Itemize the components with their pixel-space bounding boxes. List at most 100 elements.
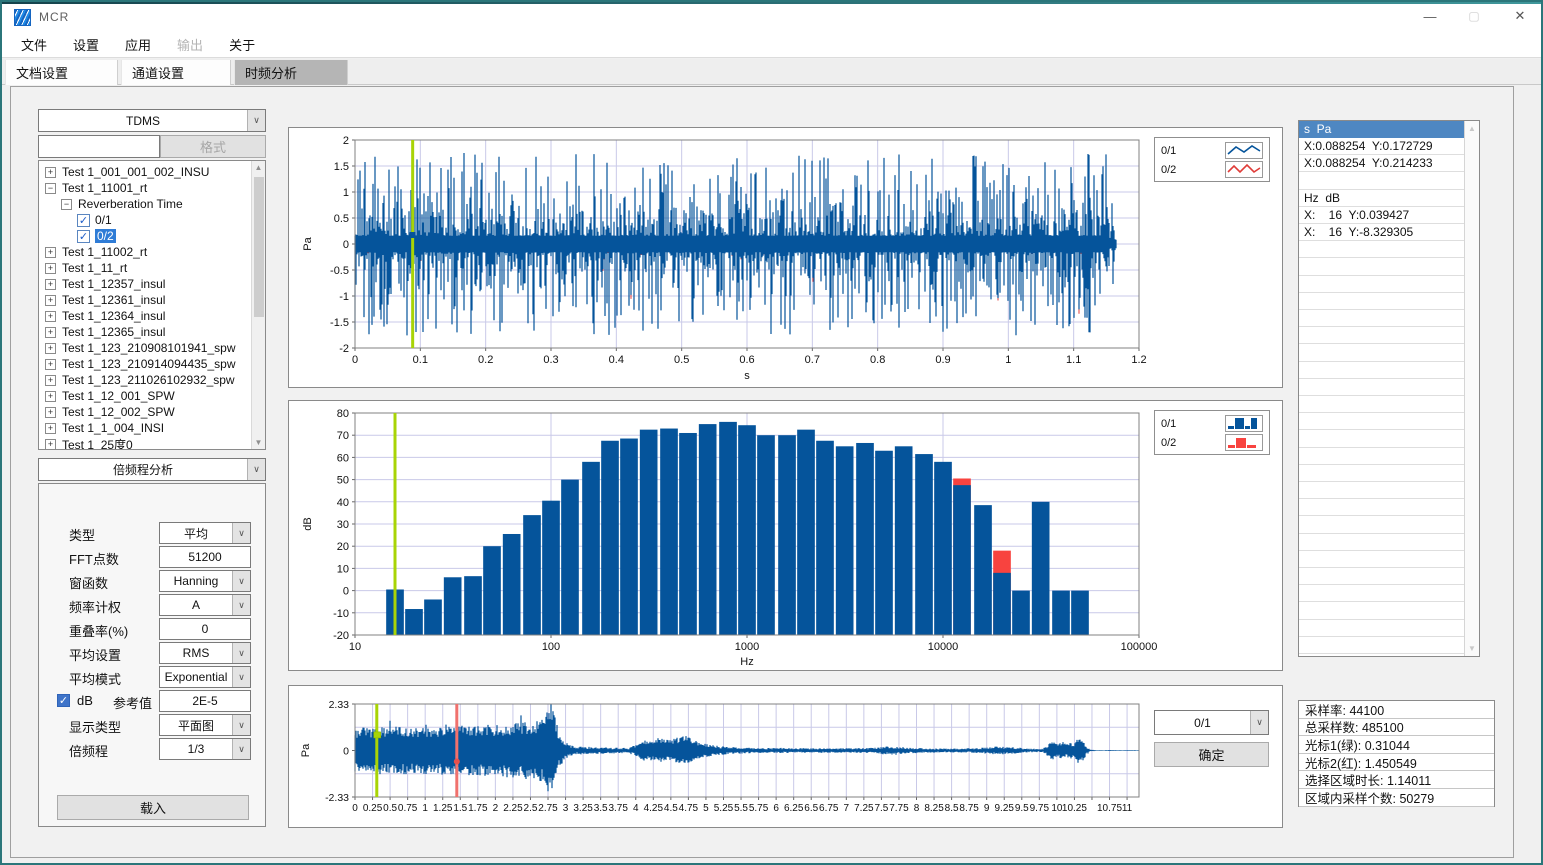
- maximize-button[interactable]: ▢: [1457, 2, 1491, 30]
- channel-checkbox[interactable]: ✓: [77, 214, 90, 227]
- readout-row[interactable]: [1299, 637, 1466, 654]
- tree-item-label[interactable]: Test 1_11001_rt: [62, 181, 147, 195]
- tree-item-label[interactable]: Test 1_12365_insul: [62, 325, 165, 339]
- average-setting-select[interactable]: RMS∨: [159, 642, 251, 664]
- tree-item[interactable]: ✓0/2: [77, 228, 116, 244]
- readout-row[interactable]: X: 16 Y:0.039427: [1299, 207, 1466, 224]
- tree-item[interactable]: −Test 1_11001_rt: [45, 180, 147, 196]
- readout-row[interactable]: [1299, 534, 1466, 551]
- readout-row[interactable]: Hz dB: [1299, 190, 1466, 207]
- menu-item-settings[interactable]: 设置: [70, 33, 102, 56]
- readout-row[interactable]: [1299, 173, 1466, 190]
- readout-row[interactable]: [1299, 276, 1466, 293]
- overview-waveform-chart[interactable]: 2.330-2.3300.250.50.7511.251.51.7522.252…: [288, 685, 1283, 828]
- readout-row[interactable]: [1299, 379, 1466, 396]
- expand-plus-icon[interactable]: +: [45, 391, 56, 402]
- tree-item-label[interactable]: Test 1_11002_rt: [62, 245, 147, 259]
- tab-document-settings[interactable]: 文档设置: [5, 60, 118, 85]
- readout-row[interactable]: [1299, 310, 1466, 327]
- average-mode-select[interactable]: Exponential∨: [159, 666, 251, 688]
- menu-item-about[interactable]: 关于: [226, 33, 258, 56]
- tree-item[interactable]: + Test 1_12_001_SPW: [45, 388, 175, 404]
- expand-plus-icon[interactable]: +: [45, 279, 56, 290]
- load-button[interactable]: 载入: [57, 795, 249, 820]
- close-button[interactable]: ✕: [1503, 2, 1537, 30]
- readout-row[interactable]: [1299, 259, 1466, 276]
- readout-row[interactable]: [1299, 482, 1466, 499]
- tree-item[interactable]: +Test 1_12361_insul: [45, 292, 165, 308]
- readout-row[interactable]: [1299, 551, 1466, 568]
- expand-plus-icon[interactable]: +: [45, 423, 56, 434]
- collapse-minus-icon[interactable]: −: [45, 183, 56, 194]
- expand-plus-icon[interactable]: +: [45, 311, 56, 322]
- analysis-type-select[interactable]: 倍频程分析∨: [38, 458, 266, 481]
- cursor-readout-list[interactable]: s PaX:0.088254 Y:0.172729X:0.088254 Y:0.…: [1298, 120, 1480, 657]
- display-type-select[interactable]: 平面图∨: [159, 714, 251, 736]
- tree-item[interactable]: +Test 1_12364_insul: [45, 308, 165, 324]
- scroll-up-icon[interactable]: ▲: [1465, 124, 1479, 133]
- readout-row[interactable]: [1299, 448, 1466, 465]
- readout-row[interactable]: [1299, 362, 1466, 379]
- tree-item[interactable]: + Test 1_12365_insul: [45, 324, 165, 340]
- tree-item-label[interactable]: Reverberation Time: [78, 197, 183, 211]
- channel-select[interactable]: 0/1∨: [1154, 710, 1269, 735]
- expand-plus-icon[interactable]: +: [45, 439, 56, 450]
- tree-item[interactable]: +Test 1_123_210908101941_spw: [45, 340, 235, 356]
- readout-row[interactable]: [1299, 293, 1466, 310]
- confirm-button[interactable]: 确定: [1154, 742, 1269, 767]
- readout-row[interactable]: [1299, 585, 1466, 602]
- tree-item[interactable]: +Test 1_123_211026102932_spw: [45, 372, 235, 388]
- readout-row[interactable]: X:0.088254 Y:0.172729: [1299, 138, 1466, 155]
- readout-row[interactable]: [1299, 241, 1466, 258]
- collapse-minus-icon[interactable]: −: [61, 199, 72, 210]
- menu-item-apply[interactable]: 应用: [122, 33, 154, 56]
- scroll-down-icon[interactable]: ▼: [1465, 644, 1479, 653]
- menu-item-file[interactable]: 文件: [18, 33, 50, 56]
- tree-item-label[interactable]: 0/2: [95, 229, 116, 243]
- format-button[interactable]: 格式: [160, 135, 266, 158]
- expand-plus-icon[interactable]: +: [45, 407, 56, 418]
- tree-item-label[interactable]: Test 1_12357_insul: [62, 277, 165, 291]
- expand-plus-icon[interactable]: +: [45, 167, 56, 178]
- db-reference-input[interactable]: [159, 690, 251, 712]
- readout-row[interactable]: [1299, 465, 1466, 482]
- tree-item-label[interactable]: Test 1_12361_insul: [62, 293, 165, 307]
- scrollbar-thumb[interactable]: [254, 177, 264, 317]
- file-format-select[interactable]: TDMS∨: [38, 109, 266, 132]
- tree-item-label[interactable]: Test 1_1_004_INSI: [62, 421, 164, 435]
- readout-row[interactable]: [1299, 327, 1466, 344]
- readout-row[interactable]: X:0.088254 Y:0.214233: [1299, 155, 1466, 172]
- expand-plus-icon[interactable]: +: [45, 327, 56, 338]
- tree-item[interactable]: +Test 1_11002_rt: [45, 244, 147, 260]
- expand-plus-icon[interactable]: +: [45, 343, 56, 354]
- menu-item-output[interactable]: 输出: [174, 33, 206, 56]
- spectrum-bar-chart[interactable]: -20-100102030405060708010100100010000100…: [288, 400, 1283, 671]
- readout-row[interactable]: [1299, 431, 1466, 448]
- expand-plus-icon[interactable]: +: [45, 359, 56, 370]
- octave-select[interactable]: 1/3∨: [159, 738, 251, 760]
- file-tree[interactable]: +Test 1_001_001_002_INSU−Test 1_11001_rt…: [38, 160, 266, 450]
- tree-item-label[interactable]: Test 1_12_001_SPW: [62, 389, 175, 403]
- readout-header[interactable]: s Pa: [1299, 121, 1466, 138]
- tree-item[interactable]: + Test 1_123_210914094435_spw: [45, 356, 235, 372]
- tree-item[interactable]: +Test 1_11_rt: [45, 260, 127, 276]
- readout-row[interactable]: [1299, 345, 1466, 362]
- scroll-down-icon[interactable]: ▼: [252, 438, 265, 447]
- readout-row[interactable]: [1299, 620, 1466, 637]
- tree-item[interactable]: + Test 1_1_004_INSI: [45, 420, 164, 436]
- tree-item-label[interactable]: Test 1_001_001_002_INSU: [62, 165, 209, 179]
- tree-item-label[interactable]: Test 1_123_211026102932_spw: [62, 373, 235, 387]
- tab-channel-settings[interactable]: 通道设置: [121, 60, 231, 85]
- tree-item-label[interactable]: Test 1_12_002_SPW: [62, 405, 175, 419]
- tree-item[interactable]: −Reverberation Time: [61, 196, 183, 212]
- tree-item-label[interactable]: Test 1_123_210914094435_spw: [62, 357, 235, 371]
- title-bar[interactable]: MCR — ▢ ✕: [2, 2, 1541, 32]
- tab-time-frequency-analysis[interactable]: 时频分析: [234, 60, 348, 85]
- tree-scrollbar[interactable]: ▲▼: [251, 161, 265, 449]
- readout-row[interactable]: [1299, 499, 1466, 516]
- tree-item-label[interactable]: Test 1_11_rt: [62, 261, 127, 275]
- readout-row[interactable]: [1299, 517, 1466, 534]
- readout-scrollbar[interactable]: ▲▼: [1464, 121, 1479, 656]
- tree-item[interactable]: ✓0/1: [77, 212, 112, 228]
- frequency-weighting-select[interactable]: A∨: [159, 594, 251, 616]
